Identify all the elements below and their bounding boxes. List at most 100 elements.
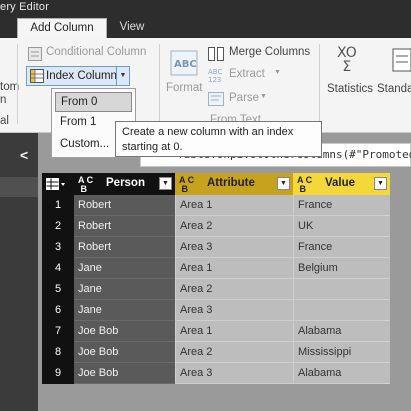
cell-person[interactable]: Jane (74, 258, 175, 279)
cell-person[interactable]: Jane (74, 279, 175, 300)
statistics-button[interactable]: XO Σ Statistics (325, 46, 373, 106)
chevron-down-icon: ▼ (274, 69, 281, 76)
index-column-icon (30, 69, 44, 86)
table-row[interactable]: 4 Jane Area 1 Belgium (42, 258, 390, 279)
parse-button[interactable]: Parse ▼ (208, 90, 288, 108)
chevron-down-icon: ▼ (260, 93, 267, 100)
format-button[interactable]: ABC Format (164, 46, 206, 106)
extract-icon: ABC 123 (208, 67, 226, 86)
cell-value[interactable] (293, 279, 390, 300)
parse-label: Parse (229, 92, 260, 104)
row-index[interactable]: 4 (42, 258, 74, 279)
custom-column-label-2[interactable]: n (0, 94, 6, 106)
svg-text:ABC: ABC (174, 59, 197, 70)
svg-text:ABC: ABC (208, 68, 222, 76)
cell-attribute[interactable]: Area 2 (175, 279, 293, 300)
cell-attribute[interactable]: Area 1 (175, 195, 293, 216)
cell-value[interactable]: Belgium (293, 258, 390, 279)
filter-dropdown-icon[interactable]: ▼ (277, 177, 290, 190)
table-row[interactable]: 2 Robert Area 2 UK (42, 216, 390, 237)
sigma-icon: XO Σ (337, 45, 357, 75)
cell-value[interactable] (293, 300, 390, 321)
cell-person[interactable]: Joe Bob (74, 321, 175, 342)
merge-columns-icon (208, 47, 224, 64)
row-index[interactable]: 6 (42, 300, 74, 321)
column-header-attribute[interactable]: A C B Attribute ▼ (175, 173, 293, 195)
row-index[interactable]: 8 (42, 342, 74, 363)
column-header-label: Person (106, 177, 145, 189)
row-index[interactable]: 9 (42, 363, 74, 384)
column-header-label: Value (325, 177, 356, 189)
cell-attribute[interactable]: Area 1 (175, 258, 293, 279)
chevron-down-icon[interactable]: ▼ (116, 67, 129, 85)
standard-label: Standa (377, 83, 411, 95)
standard-icon (392, 48, 411, 75)
text-type-icon[interactable]: A C B (78, 176, 93, 194)
row-index[interactable]: 2 (42, 216, 74, 237)
text-type-icon[interactable]: A C B (297, 176, 312, 194)
table-row[interactable]: 3 Robert Area 3 France (42, 237, 390, 258)
row-index[interactable]: 5 (42, 279, 74, 300)
cell-person[interactable]: Robert (74, 237, 175, 258)
conditional-column-icon (28, 47, 42, 64)
cell-person[interactable]: Jane (74, 300, 175, 321)
cell-value[interactable]: UK (293, 216, 390, 237)
chevron-left-icon[interactable]: < (20, 147, 28, 163)
cell-person[interactable]: Joe Bob (74, 342, 175, 363)
svg-text:123: 123 (208, 76, 221, 83)
cell-value[interactable]: Alabama (293, 321, 390, 342)
cell-value[interactable]: Alabama (293, 363, 390, 384)
cell-person[interactable]: Robert (74, 195, 175, 216)
ribbon-separator (159, 44, 160, 124)
cell-attribute[interactable]: Area 3 (175, 363, 293, 384)
text-type-icon[interactable]: A C B (179, 176, 194, 194)
filter-dropdown-icon[interactable]: ▼ (374, 177, 387, 190)
table-row[interactable]: 6 Jane Area 3 (42, 300, 390, 321)
filter-dropdown-icon[interactable]: ▼ (159, 177, 172, 190)
selected-query-item[interactable] (0, 177, 38, 197)
parse-icon (208, 92, 224, 109)
window-title: ery Editor (0, 1, 50, 13)
format-icon: ABC (170, 50, 198, 79)
row-index[interactable]: 1 (42, 195, 74, 216)
column-header-label: Attribute (207, 177, 255, 189)
column-header-person[interactable]: A C B Person ▼ (74, 173, 175, 195)
extract-button[interactable]: ABC 123 Extract ▼ (208, 66, 288, 84)
queries-panel: < (0, 133, 38, 411)
cell-value[interactable]: France (293, 237, 390, 258)
cell-value[interactable]: France (293, 195, 390, 216)
row-index[interactable]: 7 (42, 321, 74, 342)
tooltip: Create a new column with an index starti… (115, 121, 322, 157)
tab-add-column[interactable]: Add Column (17, 18, 107, 38)
format-label: Format (166, 82, 203, 94)
tab-view[interactable]: View (108, 18, 156, 38)
extract-label: Extract (229, 68, 265, 80)
table-menu-corner[interactable] (42, 173, 74, 195)
ribbon-separator (319, 44, 320, 124)
merge-columns-label: Merge Columns (229, 46, 311, 58)
cell-value[interactable]: Mississippi (293, 342, 390, 363)
conditional-column-button[interactable]: Conditional Column (26, 45, 154, 63)
row-index[interactable]: 3 (42, 237, 74, 258)
table-row[interactable]: 7 Joe Bob Area 1 Alabama (42, 321, 390, 342)
cell-attribute[interactable]: Area 3 (175, 237, 293, 258)
table-row[interactable]: 1 Robert Area 1 France (42, 195, 390, 216)
standard-button[interactable]: Standa (376, 46, 411, 106)
cell-attribute[interactable]: Area 2 (175, 342, 293, 363)
data-grid: A C B Person ▼ A C B Attribute ▼ A C B V… (42, 173, 390, 385)
menu-item-from-0[interactable]: From 0 (55, 92, 132, 112)
table-row[interactable]: 5 Jane Area 2 (42, 279, 390, 300)
index-column-label: Index Column (46, 70, 117, 82)
table-row[interactable]: 9 Joe Bob Area 3 Alabama (42, 363, 390, 384)
title-bar: ery Editor (0, 0, 411, 18)
cell-attribute[interactable]: Area 1 (175, 321, 293, 342)
merge-columns-button[interactable]: Merge Columns (208, 45, 314, 63)
table-row[interactable]: 8 Joe Bob Area 2 Mississippi (42, 342, 390, 363)
cell-person[interactable]: Robert (74, 216, 175, 237)
index-column-button[interactable]: Index Column ▼ (26, 66, 130, 86)
conditional-column-label: Conditional Column (46, 46, 147, 58)
cell-person[interactable]: Joe Bob (74, 363, 175, 384)
column-header-value[interactable]: A C B Value ▼ (293, 173, 390, 195)
cell-attribute[interactable]: Area 2 (175, 216, 293, 237)
cell-attribute[interactable]: Area 3 (175, 300, 293, 321)
